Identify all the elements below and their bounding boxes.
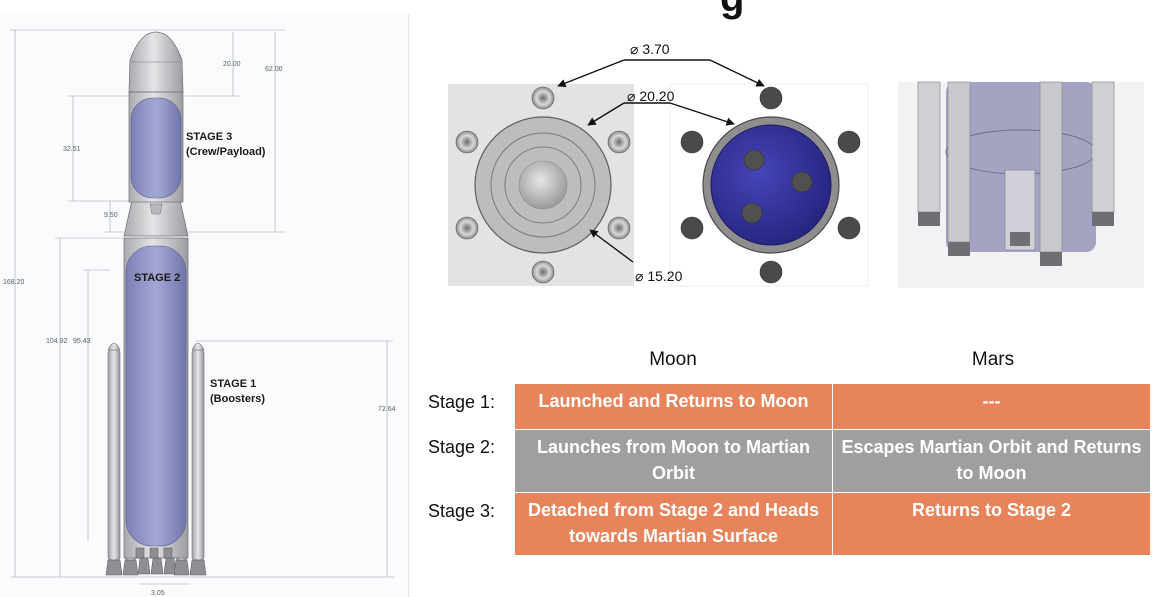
dimension-interstage: 9.50 bbox=[104, 212, 118, 219]
row-label-stage2: Stage 2: bbox=[428, 437, 496, 457]
rocket-side-view-panel: 20.00 62.00 32.51 9.50 168.20 104.92 95.… bbox=[0, 14, 409, 597]
slide-title-fragment: g bbox=[720, 0, 744, 21]
dimension-stage3-tank: 32.51 bbox=[63, 146, 81, 153]
cell-stage3-moon: Detached from Stage 2 and Heads towards … bbox=[514, 492, 833, 556]
cell-stage1-moon: Launched and Returns to Moon bbox=[514, 383, 833, 430]
stage3-label-title: STAGE 3 bbox=[186, 131, 233, 143]
column-header-mars: Mars bbox=[971, 349, 1015, 370]
mission-table: Launched and Returns to Moon --- Launche… bbox=[514, 383, 1151, 556]
dimension-booster-height: 72.64 bbox=[378, 406, 396, 413]
stage1-label-subtitle: (Boosters) bbox=[210, 393, 266, 405]
cell-stage2-moon: Launches from Moon to Martian Orbit bbox=[514, 429, 833, 493]
cell-stage2-mars: Escapes Martian Orbit and Returns to Moo… bbox=[832, 429, 1151, 493]
stage1-label: STAGE 1 (Boosters) bbox=[210, 377, 265, 407]
dimension-stage3-total: 62.00 bbox=[265, 66, 283, 73]
stage3-label-subtitle: (Crew/Payload) bbox=[186, 146, 266, 158]
row-label-stage1: Stage 1: bbox=[428, 392, 496, 412]
row-label-stage3: Stage 3: bbox=[428, 501, 496, 521]
dimension-stage2-tank: 95.43 bbox=[73, 338, 91, 345]
dimension-stage2-height: 104.92 bbox=[46, 338, 68, 345]
column-header-moon: Moon bbox=[649, 349, 697, 370]
table-row: Launches from Moon to Martian Orbit Esca… bbox=[514, 429, 1151, 493]
table-row: Launched and Returns to Moon --- bbox=[514, 383, 1151, 430]
dimension-booster-width: 3.05 bbox=[151, 590, 165, 597]
callout-booster-diameter: ⌀ 3.70 bbox=[630, 41, 670, 57]
dimension-total-height: 168.20 bbox=[3, 279, 25, 286]
table-row: Detached from Stage 2 and Heads towards … bbox=[514, 492, 1151, 556]
callout-outer-diameter: ⌀ 20.20 bbox=[627, 88, 675, 104]
stage1-label-title: STAGE 1 bbox=[210, 378, 257, 390]
dimension-nose-length: 20.00 bbox=[223, 61, 241, 68]
stage3-label: STAGE 3 (Crew/Payload) bbox=[186, 130, 265, 160]
rocket-side-view-drawing bbox=[10, 29, 395, 585]
cell-stage3-mars: Returns to Stage 2 bbox=[832, 492, 1151, 556]
stage2-label: STAGE 2 bbox=[134, 272, 181, 284]
top-views-drawing bbox=[448, 59, 1144, 288]
cell-stage1-mars: --- bbox=[832, 383, 1151, 430]
callout-inner-diameter: ⌀ 15.20 bbox=[635, 268, 683, 284]
